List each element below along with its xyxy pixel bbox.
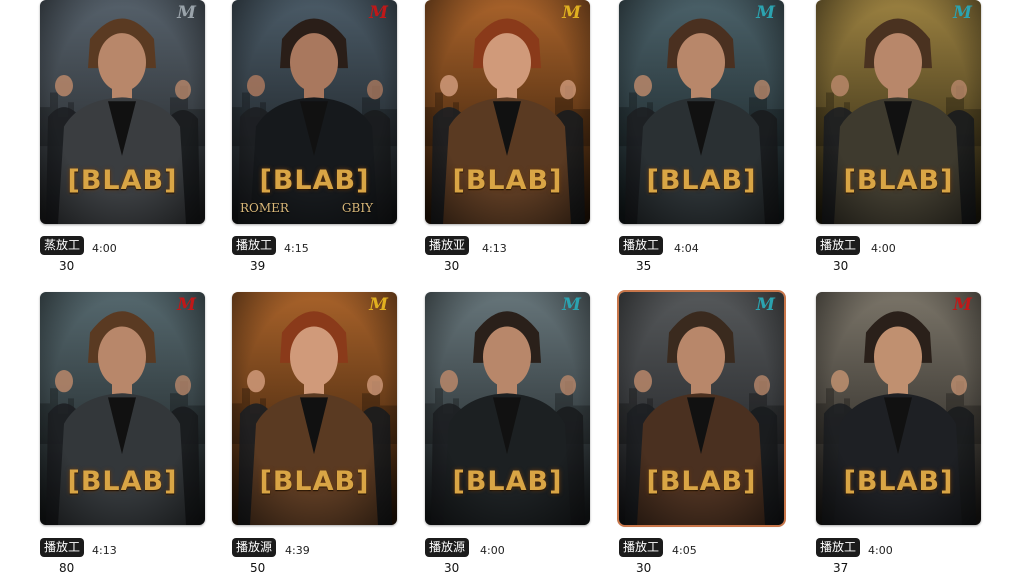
poster-title: [BLAB] [67, 466, 178, 497]
card-meta: 播放源 4:00 30 [425, 538, 595, 578]
show-poster[interactable]: M [BLAB] ROMER GBIY [232, 0, 397, 224]
view-count: 30 [636, 561, 652, 575]
channel-logo-icon: M [756, 3, 775, 23]
duration-label: 4:00 [871, 242, 896, 255]
view-count: 30 [833, 259, 849, 273]
play-badge-button[interactable]: 播放工 [816, 236, 861, 255]
show-poster[interactable]: M [BLAB] [425, 292, 590, 525]
card-meta: 播放工 4:04 35 [619, 236, 789, 276]
poster-title: [BLAB] [452, 165, 563, 196]
play-badge-button[interactable]: 播放工 [40, 538, 85, 557]
duration-label: 4:39 [285, 544, 310, 557]
poster-title: [BLAB] [646, 165, 757, 196]
channel-logo-icon: M [369, 295, 388, 315]
show-poster[interactable]: M [BLAB] [617, 290, 786, 527]
poster-title: [BLAB] [843, 165, 954, 196]
duration-label: 4:13 [92, 544, 117, 557]
poster-title: [BLAB] [259, 165, 370, 196]
show-poster[interactable]: M [BLAB] [232, 292, 397, 525]
card-meta: 蒸放工 4:00 30 [40, 236, 210, 276]
play-badge-button[interactable]: 播放工 [619, 538, 664, 557]
channel-logo-icon: M [177, 295, 196, 315]
poster-title: [BLAB] [452, 466, 563, 497]
play-badge-button[interactable]: 播放工 [619, 236, 664, 255]
view-count: 30 [59, 259, 75, 273]
view-count: 50 [250, 561, 266, 575]
poster-credit-left: ROMER [240, 201, 289, 215]
poster-title: [BLAB] [646, 466, 757, 497]
card-meta: 播放工 4:13 80 [40, 538, 210, 578]
card-meta: 播放工 4:05 30 [619, 538, 789, 578]
play-badge-button[interactable]: 蒸放工 [40, 236, 85, 255]
play-badge-button[interactable]: 播放源 [425, 538, 470, 557]
view-count: 37 [833, 561, 849, 575]
duration-label: 4:00 [92, 242, 117, 255]
poster-title: [BLAB] [67, 165, 178, 196]
show-poster[interactable]: M [BLAB] [40, 292, 205, 525]
duration-label: 4:15 [284, 242, 309, 255]
channel-logo-icon: M [562, 3, 581, 23]
card-meta: 播放亚 4:13 30 [425, 236, 595, 276]
play-badge-button[interactable]: 播放源 [232, 538, 277, 557]
channel-logo-icon: M [953, 3, 972, 23]
card-meta: 播放工 4:00 37 [816, 538, 986, 578]
card-meta: 播放工 4:15 39 [232, 236, 402, 276]
play-badge-button[interactable]: 播放亚 [425, 236, 470, 255]
card-meta: 播放源 4:39 50 [232, 538, 402, 578]
channel-logo-icon: M [177, 3, 196, 23]
view-count: 39 [250, 259, 266, 273]
show-poster[interactable]: M [BLAB] [425, 0, 590, 224]
poster-credit-right: GBIY [341, 201, 373, 215]
duration-label: 4:05 [672, 544, 697, 557]
poster-title: [BLAB] [259, 466, 370, 497]
show-poster[interactable]: M [BLAB] [816, 292, 981, 525]
play-badge-button[interactable]: 播放工 [816, 538, 861, 557]
view-count: 80 [59, 561, 75, 575]
duration-label: 4:13 [482, 242, 507, 255]
channel-logo-icon: M [562, 295, 581, 315]
card-meta: 播放工 4:00 30 [816, 236, 986, 276]
view-count: 30 [444, 259, 460, 273]
poster-title: [BLAB] [843, 466, 954, 497]
show-poster[interactable]: M [BLAB] [816, 0, 981, 224]
duration-label: 4:00 [868, 544, 893, 557]
view-count: 30 [444, 561, 460, 575]
duration-label: 4:00 [480, 544, 505, 557]
show-poster[interactable]: M [BLAB] [619, 0, 784, 224]
play-badge-button[interactable]: 播放工 [232, 236, 277, 255]
duration-label: 4:04 [674, 242, 699, 255]
view-count: 35 [636, 259, 652, 273]
channel-logo-icon: M [369, 3, 388, 23]
show-poster[interactable]: M [BLAB] [40, 0, 205, 224]
channel-logo-icon: M [953, 295, 972, 315]
channel-logo-icon: M [756, 295, 775, 315]
